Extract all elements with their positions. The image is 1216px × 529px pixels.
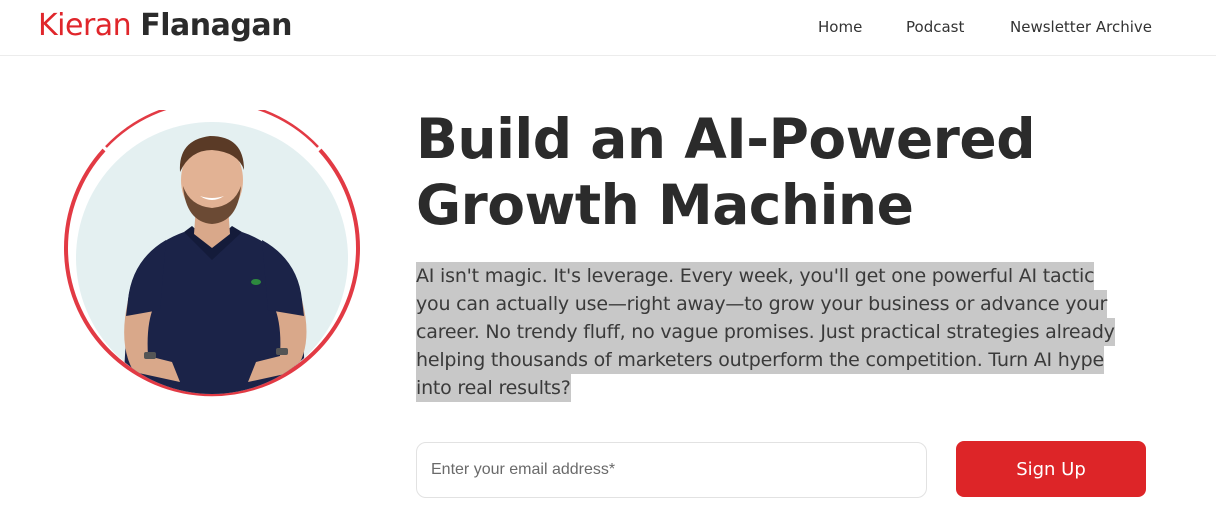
description-line: you can actually use—right away—to grow … — [416, 290, 1107, 318]
nav-newsletter-archive-link[interactable]: Newsletter Archive — [1010, 17, 1152, 37]
logo-last-name: Flanagan — [140, 8, 292, 43]
description-line: career. No trendy fluff, no vague promis… — [416, 318, 1115, 346]
author-portrait — [64, 110, 360, 397]
hero-headline-line-1: Build an AI-Powered — [416, 107, 1036, 171]
site-header: Kieran Flanagan Home Podcast Newsletter … — [0, 0, 1216, 56]
logo-first-name: Kieran — [38, 8, 132, 43]
nav-home-link[interactable]: Home — [818, 17, 862, 37]
hero-headline-line-2: Growth Machine — [416, 173, 914, 237]
hero-description: AI isn't magic. It's leverage. Every wee… — [416, 262, 1156, 402]
description-line: helping thousands of marketers outperfor… — [416, 346, 1104, 374]
site-logo[interactable]: Kieran Flanagan — [38, 6, 292, 46]
email-input[interactable] — [416, 442, 927, 498]
description-line: AI isn't magic. It's leverage. Every wee… — [416, 262, 1095, 290]
nav-podcast-link[interactable]: Podcast — [906, 17, 964, 37]
hero-headline: Build an AI-Powered Growth Machine — [416, 106, 1176, 238]
description-line: into real results? — [416, 374, 571, 402]
sign-up-button[interactable]: Sign Up — [956, 441, 1146, 497]
